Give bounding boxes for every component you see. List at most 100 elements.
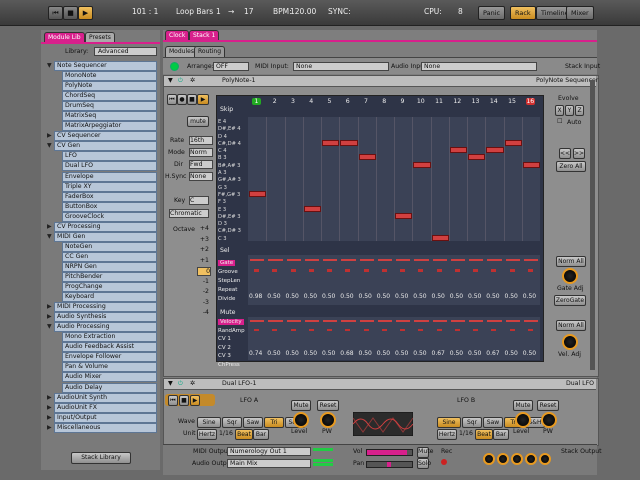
pan-slider[interactable] xyxy=(366,461,413,468)
tree-item[interactable]: Keyboard xyxy=(44,291,157,303)
gear-icon[interactable]: ✲ xyxy=(190,380,195,387)
midi-output-select[interactable]: Numerology Out 1 xyxy=(227,447,311,456)
tree-item[interactable]: ButtonBox xyxy=(44,201,157,212)
step-number[interactable]: 7 xyxy=(362,98,371,105)
gate-bar[interactable] xyxy=(450,259,465,261)
cv3-value[interactable]: 0.74 xyxy=(249,350,262,357)
lfo-b-reset[interactable]: Reset xyxy=(537,400,559,411)
norm-all-vel-button[interactable]: Norm All xyxy=(556,320,586,331)
cv-marker[interactable] xyxy=(345,329,351,331)
cv-marker[interactable] xyxy=(327,329,332,331)
wave-button[interactable]: Sqr xyxy=(462,417,482,428)
library-select[interactable]: Advanced xyxy=(94,47,157,56)
velocity-bar[interactable] xyxy=(396,320,411,322)
velocity-row-label[interactable]: CV 2 xyxy=(218,345,231,351)
vol-slider[interactable] xyxy=(366,449,413,456)
divide-value[interactable]: 0.50 xyxy=(450,293,463,300)
wave-button[interactable]: Tri xyxy=(264,417,284,428)
wave-button[interactable]: Sine xyxy=(197,417,221,428)
tree-item[interactable]: MatrixSeq xyxy=(44,110,157,122)
gate-bar[interactable] xyxy=(341,259,356,261)
divide-value[interactable]: 0.50 xyxy=(322,293,335,300)
tree-item[interactable]: Pan & Volume xyxy=(44,361,157,373)
tree-item[interactable]: Audio Delay xyxy=(44,382,157,393)
gate-bar[interactable] xyxy=(286,259,301,261)
cv3-value[interactable]: 0.67 xyxy=(486,350,499,357)
cv3-value[interactable]: 0.68 xyxy=(340,350,353,357)
vel-adj-knob[interactable] xyxy=(562,334,578,350)
gate-bar[interactable] xyxy=(487,259,502,261)
cv-marker[interactable] xyxy=(418,329,424,331)
note-block[interactable] xyxy=(249,190,267,197)
divide-value[interactable]: 0.50 xyxy=(468,293,481,300)
divide-value[interactable]: 0.50 xyxy=(286,293,299,300)
step-number[interactable]: 2 xyxy=(270,98,279,105)
velocity-bar[interactable] xyxy=(469,320,484,322)
play-button[interactable]: ▶ xyxy=(78,6,93,20)
step-number[interactable]: 15 xyxy=(508,98,517,105)
groove-marker[interactable] xyxy=(327,269,332,272)
div-value[interactable]: 1/16 xyxy=(219,430,233,437)
tree-category[interactable]: ▼ Audio Processing xyxy=(44,321,157,333)
step-number[interactable]: 12 xyxy=(453,98,462,105)
stack-library-button[interactable]: Stack Library xyxy=(71,452,131,464)
cv3-value[interactable]: 0.50 xyxy=(395,350,408,357)
cv3-value[interactable]: 0.50 xyxy=(286,350,299,357)
cv-marker[interactable] xyxy=(400,329,405,331)
step-number[interactable]: 8 xyxy=(380,98,389,105)
level-b-knob[interactable] xyxy=(515,412,531,428)
octave-button[interactable]: +2 xyxy=(197,246,209,253)
cv-marker[interactable] xyxy=(290,329,296,331)
bar-button[interactable]: Bar xyxy=(253,429,269,440)
cv3-value[interactable]: 0.50 xyxy=(413,350,426,357)
cv3-value[interactable]: 0.67 xyxy=(432,350,445,357)
groove-marker[interactable] xyxy=(527,269,533,272)
velocity-bar[interactable] xyxy=(487,320,502,322)
note-block[interactable] xyxy=(468,154,486,161)
groove-marker[interactable] xyxy=(418,269,424,272)
tree-category[interactable]: ▶ MIDI Processing xyxy=(44,301,157,313)
cv-marker[interactable] xyxy=(473,329,478,331)
wave-button[interactable]: Saw xyxy=(243,417,263,428)
tree-category[interactable]: ▶ CV Sequencer xyxy=(44,130,157,142)
note-block[interactable] xyxy=(504,139,522,146)
cv-marker[interactable] xyxy=(436,329,442,331)
beat-button[interactable]: Beat xyxy=(235,429,253,440)
evolve-x[interactable]: X xyxy=(555,105,564,116)
tree-category[interactable]: ▶ Audio Synthesis xyxy=(44,311,157,323)
level-knob[interactable] xyxy=(293,412,309,428)
cv-marker[interactable] xyxy=(272,329,278,331)
groove-marker[interactable] xyxy=(381,269,387,272)
gear-icon[interactable]: ✲ xyxy=(190,77,195,84)
stop-button[interactable]: ■ xyxy=(63,6,78,20)
collapse-icon[interactable]: ▼ xyxy=(168,77,173,84)
cv3-value[interactable]: 0.50 xyxy=(505,350,518,357)
loop-start[interactable]: 1 xyxy=(216,7,221,16)
tree-item[interactable]: PitchBender xyxy=(44,271,157,282)
velocity-bar[interactable] xyxy=(450,320,465,322)
groove-marker[interactable] xyxy=(345,269,351,272)
prev-button[interactable]: << xyxy=(559,148,571,159)
module-scrollbar[interactable] xyxy=(590,80,595,370)
gate-bar[interactable] xyxy=(414,259,429,261)
bar-position[interactable]: 101 : 1 xyxy=(132,7,158,16)
tree-item[interactable]: Triple XY xyxy=(44,181,157,192)
groove-marker[interactable] xyxy=(473,269,478,272)
beat-b-button[interactable]: Beat xyxy=(475,429,493,440)
tree-item[interactable]: FaderBox xyxy=(44,191,157,202)
velocity-row-label[interactable]: CV 1 xyxy=(218,336,231,342)
cv-marker[interactable] xyxy=(527,329,533,331)
cv3-value[interactable]: 0.50 xyxy=(304,350,317,357)
cv3-value[interactable]: 0.50 xyxy=(267,350,280,357)
step-number[interactable]: 3 xyxy=(289,98,298,105)
pw-b-knob[interactable] xyxy=(541,412,557,428)
velocity-bar[interactable] xyxy=(250,320,265,322)
loop-end[interactable]: 17 xyxy=(244,7,254,16)
rate-select[interactable]: 16th xyxy=(189,136,213,145)
audio-input-select[interactable]: None xyxy=(421,62,537,71)
tree-item[interactable]: MonoNote xyxy=(44,70,157,82)
cv3-value[interactable]: 0.50 xyxy=(377,350,390,357)
record-icon[interactable] xyxy=(441,459,447,465)
tree-item[interactable]: DrumSeq xyxy=(44,100,157,112)
output-knob[interactable] xyxy=(539,453,551,465)
